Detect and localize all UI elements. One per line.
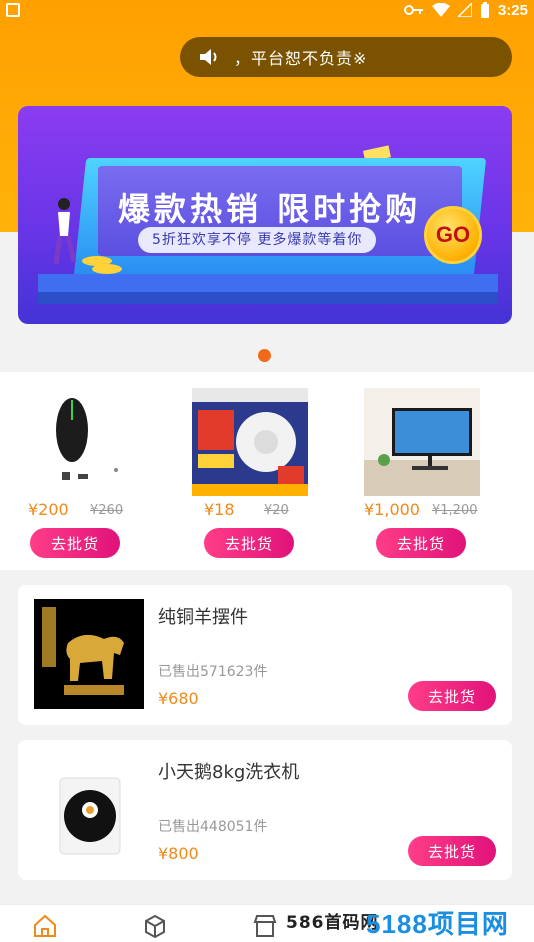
- person-illustration: [53, 198, 77, 265]
- key-icon: [403, 5, 423, 15]
- product-price: ¥800: [158, 844, 199, 863]
- sold-count: 已售出448051件: [158, 819, 268, 835]
- product-name: 小天鹅8kg洗衣机: [158, 762, 300, 783]
- monitor-image: [364, 388, 480, 496]
- wholesale-button[interactable]: 去批货: [408, 681, 496, 711]
- status-bar: 3:25: [0, 0, 534, 20]
- banner-subtitle: 5折狂欢享不停 更多爆款等着你: [138, 227, 377, 253]
- watermark-logo: 5188项目网: [366, 909, 509, 939]
- wholesale-button[interactable]: 去批货: [30, 528, 120, 558]
- product-row: ¥200 ¥260 去批货 ¥18 ¥20 去批货 ¥1,000 ¥1,200 …: [0, 372, 534, 570]
- wifi-icon: [431, 3, 450, 17]
- product-card[interactable]: 纯铜羊摆件 已售出571623件 ¥680 去批货: [18, 585, 512, 725]
- notice-text: ，平台恕不负责※: [234, 45, 367, 69]
- product-price: ¥1,000: [364, 500, 420, 519]
- clock: 3:25: [497, 1, 528, 19]
- wholesale-button[interactable]: 去批货: [376, 528, 466, 558]
- product-item[interactable]: ¥200 ¥260 去批货: [0, 372, 178, 570]
- coin-icon: [92, 264, 122, 274]
- product-item[interactable]: ¥18 ¥20 去批货: [164, 372, 342, 570]
- product-old-price: ¥1,200: [432, 503, 478, 518]
- product-name: 纯铜羊摆件: [158, 607, 248, 628]
- home-icon[interactable]: [32, 913, 58, 939]
- product-item[interactable]: ¥1,000 ¥1,200 去批货: [336, 372, 514, 570]
- product-price: ¥680: [158, 689, 199, 708]
- notification-icon: [6, 3, 20, 17]
- notice-bar[interactable]: ，平台恕不负责※: [180, 37, 512, 77]
- product-price: ¥18: [204, 500, 235, 519]
- notice-message: ，平台恕不负责: [234, 49, 354, 68]
- signal-off-icon: [457, 3, 472, 17]
- product-old-price: ¥260: [90, 503, 124, 518]
- smoke-detector-image: [192, 388, 308, 496]
- product-old-price: ¥20: [264, 503, 289, 518]
- banner-base-front: [38, 292, 498, 304]
- speaker-icon: [200, 49, 217, 65]
- gaming-mouse-image: [28, 388, 144, 496]
- product-card[interactable]: 小天鹅8kg洗衣机 已售出448051件 ¥800 去批货: [18, 740, 512, 880]
- promo-banner[interactable]: 爆款热销 限时抢购 5折狂欢享不停 更多爆款等着你 GO: [18, 106, 512, 324]
- box-icon[interactable]: [142, 913, 168, 939]
- wholesale-button[interactable]: 去批货: [204, 528, 294, 558]
- notice-mark: ※: [353, 49, 368, 68]
- wholesale-button[interactable]: 去批货: [408, 836, 496, 866]
- washer-panel-image: [34, 754, 144, 864]
- watermark-text: 586首码网: [286, 913, 379, 933]
- banner-title: 爆款热销 限时抢购: [118, 190, 422, 228]
- sold-count: 已售出571623件: [158, 664, 268, 680]
- golden-goat-image: [34, 599, 144, 709]
- go-button[interactable]: GO: [424, 206, 482, 264]
- store-icon[interactable]: [252, 913, 278, 939]
- product-price: ¥200: [28, 500, 69, 519]
- carousel-indicator[interactable]: [258, 349, 271, 362]
- battery-icon: [480, 2, 489, 18]
